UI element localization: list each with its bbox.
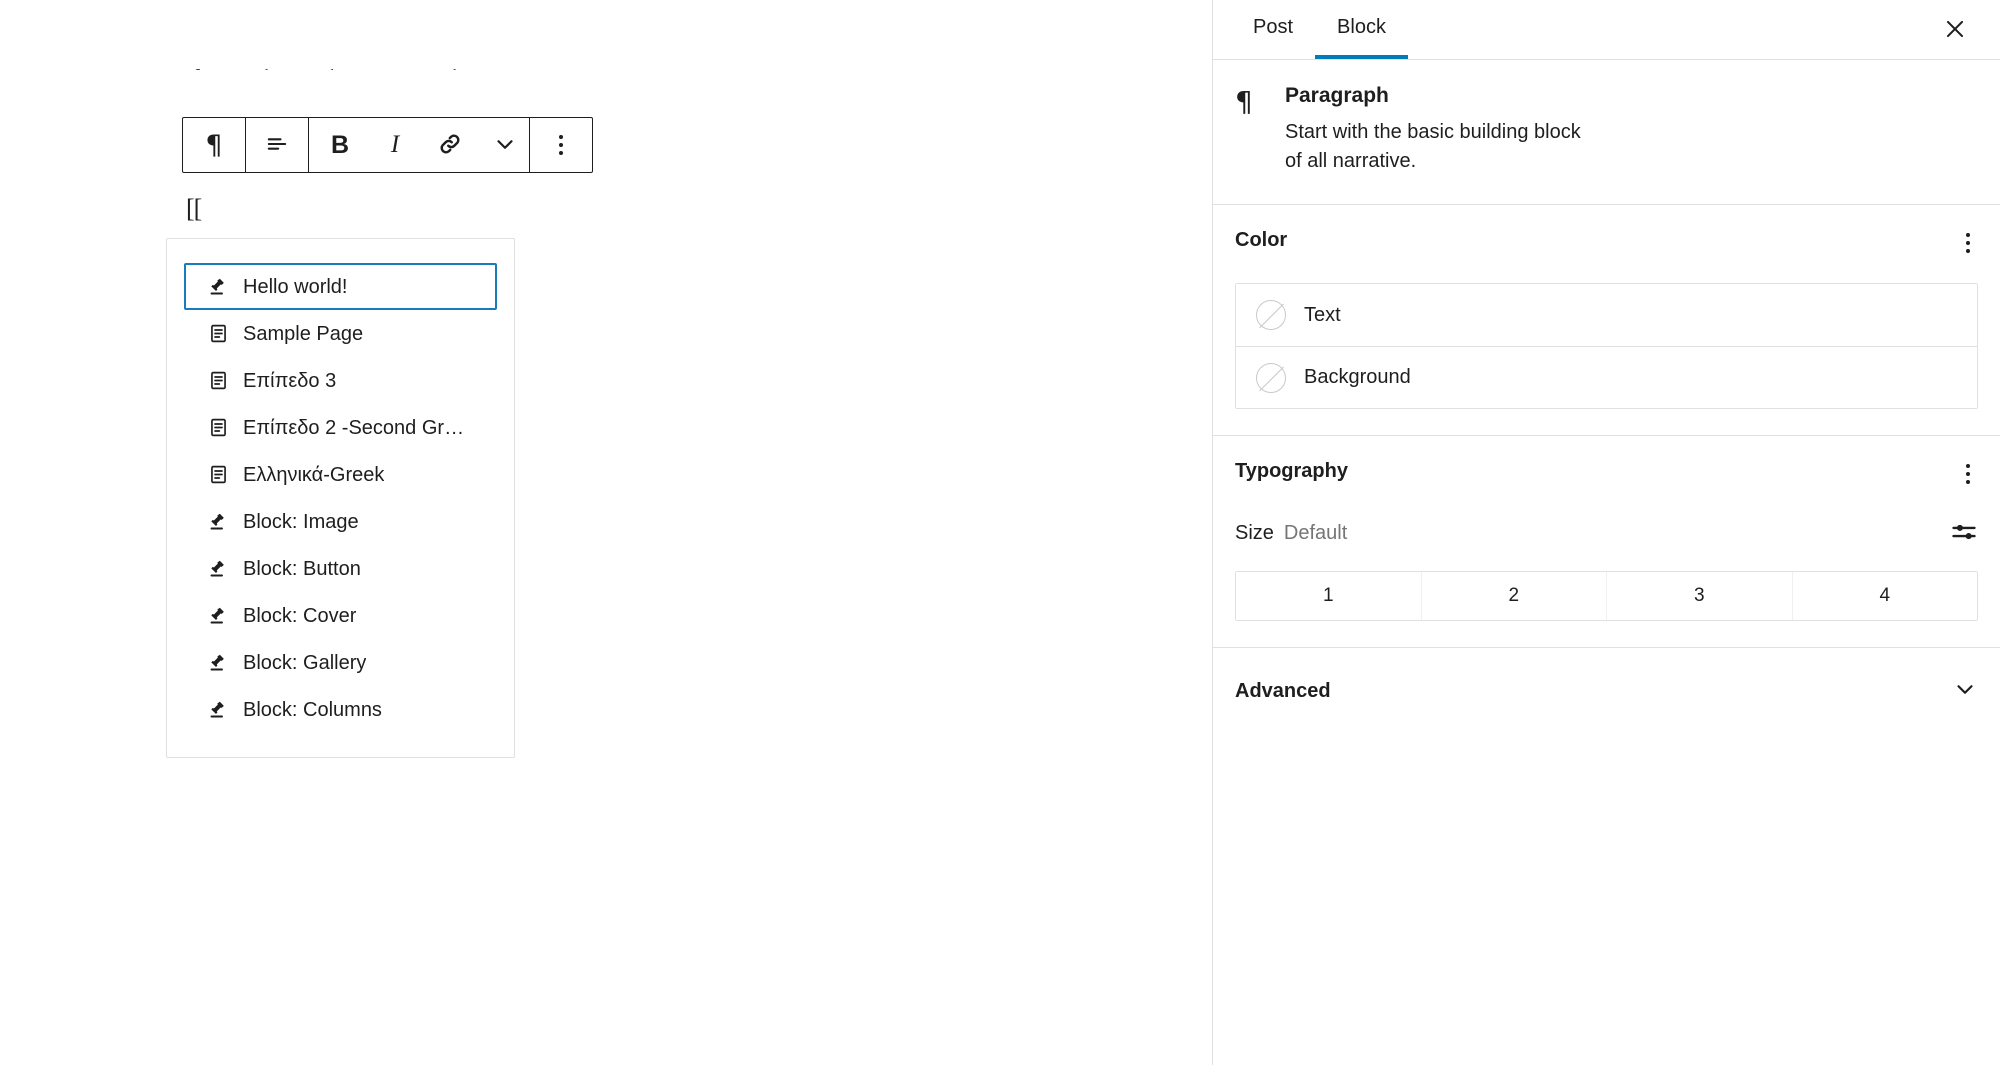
- paragraph-typed-text[interactable]: [[: [186, 192, 202, 226]
- post-icon: [208, 605, 229, 626]
- font-size-label: Size: [1235, 522, 1274, 544]
- list-item[interactable]: Block: Gallery: [184, 639, 497, 686]
- color-option-label: Background: [1304, 366, 1411, 388]
- color-panel-title: Color: [1235, 229, 1288, 251]
- block-toolbar: ¶ B I: [182, 117, 593, 173]
- list-item-label: Sample Page: [243, 322, 364, 345]
- block-settings-sidebar: Post Block ¶ Paragraph Start with the ba…: [1212, 0, 2000, 1065]
- list-item[interactable]: Block: Columns: [184, 686, 497, 733]
- block-options-button[interactable]: [530, 118, 592, 172]
- list-item[interactable]: Επίπεδο 2 -Second Greek level: [184, 404, 497, 451]
- color-option-label: Text: [1304, 303, 1341, 326]
- font-size-custom-button[interactable]: [1950, 518, 1978, 549]
- list-item[interactable]: Block: Image: [184, 498, 497, 545]
- post-icon: [208, 652, 229, 673]
- italic-button[interactable]: I: [371, 118, 419, 172]
- tab-post[interactable]: Post: [1231, 0, 1315, 59]
- wordpress-block-editor: A 1 1 . 1 ¶ B I [[Hello world! Sample P…: [0, 0, 2000, 1065]
- advanced-panel-title: Advanced: [1235, 680, 1331, 702]
- list-item[interactable]: Block: Cover: [184, 592, 497, 639]
- typography-panel-options-button[interactable]: [1958, 460, 1978, 488]
- link-button[interactable]: [419, 118, 481, 172]
- list-item[interactable]: Επίπεδο 3: [184, 357, 497, 404]
- bold-button[interactable]: B: [309, 118, 371, 172]
- no-color-swatch-icon: [1256, 300, 1286, 330]
- list-item-label: Block: Gallery: [243, 651, 367, 674]
- color-option-text[interactable]: Text: [1236, 284, 1977, 346]
- page-icon: [208, 464, 229, 485]
- color-panel: Color Text Background: [1213, 205, 2000, 436]
- list-item[interactable]: Hello world!: [184, 263, 497, 310]
- close-icon: [1942, 16, 1968, 45]
- page-icon: [208, 323, 229, 344]
- more-rich-text-button[interactable]: [481, 118, 529, 172]
- font-size-row: Size Default: [1235, 518, 1978, 549]
- list-item-label: Επίπεδο 3: [243, 369, 337, 392]
- post-icon: [208, 511, 229, 532]
- italic-icon: I: [390, 131, 400, 158]
- color-panel-options-button[interactable]: [1958, 229, 1978, 257]
- kebab-menu-icon: [551, 131, 571, 159]
- list-item-label: Block: Cover: [243, 604, 357, 627]
- post-icon: [208, 276, 229, 297]
- occluded-paragraph-text: A 1 1 . 1: [186, 62, 483, 99]
- block-card-title: Paragraph: [1285, 84, 1389, 107]
- no-color-swatch-icon: [1256, 362, 1286, 393]
- editor-canvas: A 1 1 . 1 ¶ B I [[Hello world! Sample P…: [0, 0, 1212, 1065]
- font-size-step-4[interactable]: 4: [1791, 572, 1977, 620]
- align-button[interactable]: [246, 118, 308, 172]
- close-sidebar-button[interactable]: [1932, 0, 1978, 60]
- page-icon: [208, 370, 229, 391]
- typography-panel: Typography Size Default 1 2 3 4: [1213, 436, 2000, 648]
- list-item-label: Block: Columns: [243, 698, 382, 721]
- font-size-step-2[interactable]: 2: [1420, 572, 1606, 620]
- align-left-icon: [263, 130, 291, 161]
- list-item-label: Hello world!: [243, 275, 348, 298]
- font-size-value: Default: [1283, 522, 1348, 544]
- font-size-step-1[interactable]: 1: [1236, 572, 1421, 620]
- list-item-label: Ελληνικά-Greek: [243, 463, 385, 486]
- list-item[interactable]: Ελληνικά-Greek: [184, 451, 497, 498]
- link-icon: [436, 130, 464, 161]
- settings-sliders-icon: [1950, 524, 1978, 549]
- list-item-label: Block: Image: [243, 510, 359, 533]
- chevron-down-icon: [1952, 676, 1978, 707]
- color-option-background[interactable]: Background: [1236, 346, 1977, 408]
- font-size-step-3[interactable]: 3: [1606, 572, 1792, 620]
- list-item[interactable]: Sample Page: [184, 310, 497, 357]
- page-icon: [208, 417, 229, 438]
- link-suggestions-popover: Hello world! Sample Page Επίπεδο 3 Επίπε…: [166, 238, 515, 758]
- bold-icon: B: [330, 130, 350, 159]
- sidebar-tabs: Post Block: [1213, 0, 2000, 60]
- list-item[interactable]: Block: Button: [184, 545, 497, 592]
- block-card: ¶ Paragraph Start with the basic buildin…: [1213, 60, 2000, 205]
- typography-panel-title: Typography: [1235, 460, 1348, 482]
- paragraph-icon: ¶: [205, 129, 223, 161]
- chevron-down-icon: [492, 131, 518, 160]
- block-type-button[interactable]: ¶: [183, 118, 245, 172]
- font-size-steps: 1 2 3 4: [1235, 571, 1978, 621]
- block-card-description: Start with the basic building block of a…: [1285, 121, 1581, 172]
- post-icon: [208, 699, 229, 720]
- paragraph-icon: ¶: [1235, 85, 1253, 118]
- tab-block[interactable]: Block: [1315, 0, 1408, 59]
- list-item-label: Επίπεδο 2 -Second Greek level: [243, 416, 473, 439]
- list-item-label: Block: Button: [243, 557, 361, 580]
- post-icon: [208, 558, 229, 579]
- color-options-list: Text Background: [1235, 283, 1978, 409]
- advanced-panel-toggle[interactable]: Advanced: [1213, 648, 2000, 735]
